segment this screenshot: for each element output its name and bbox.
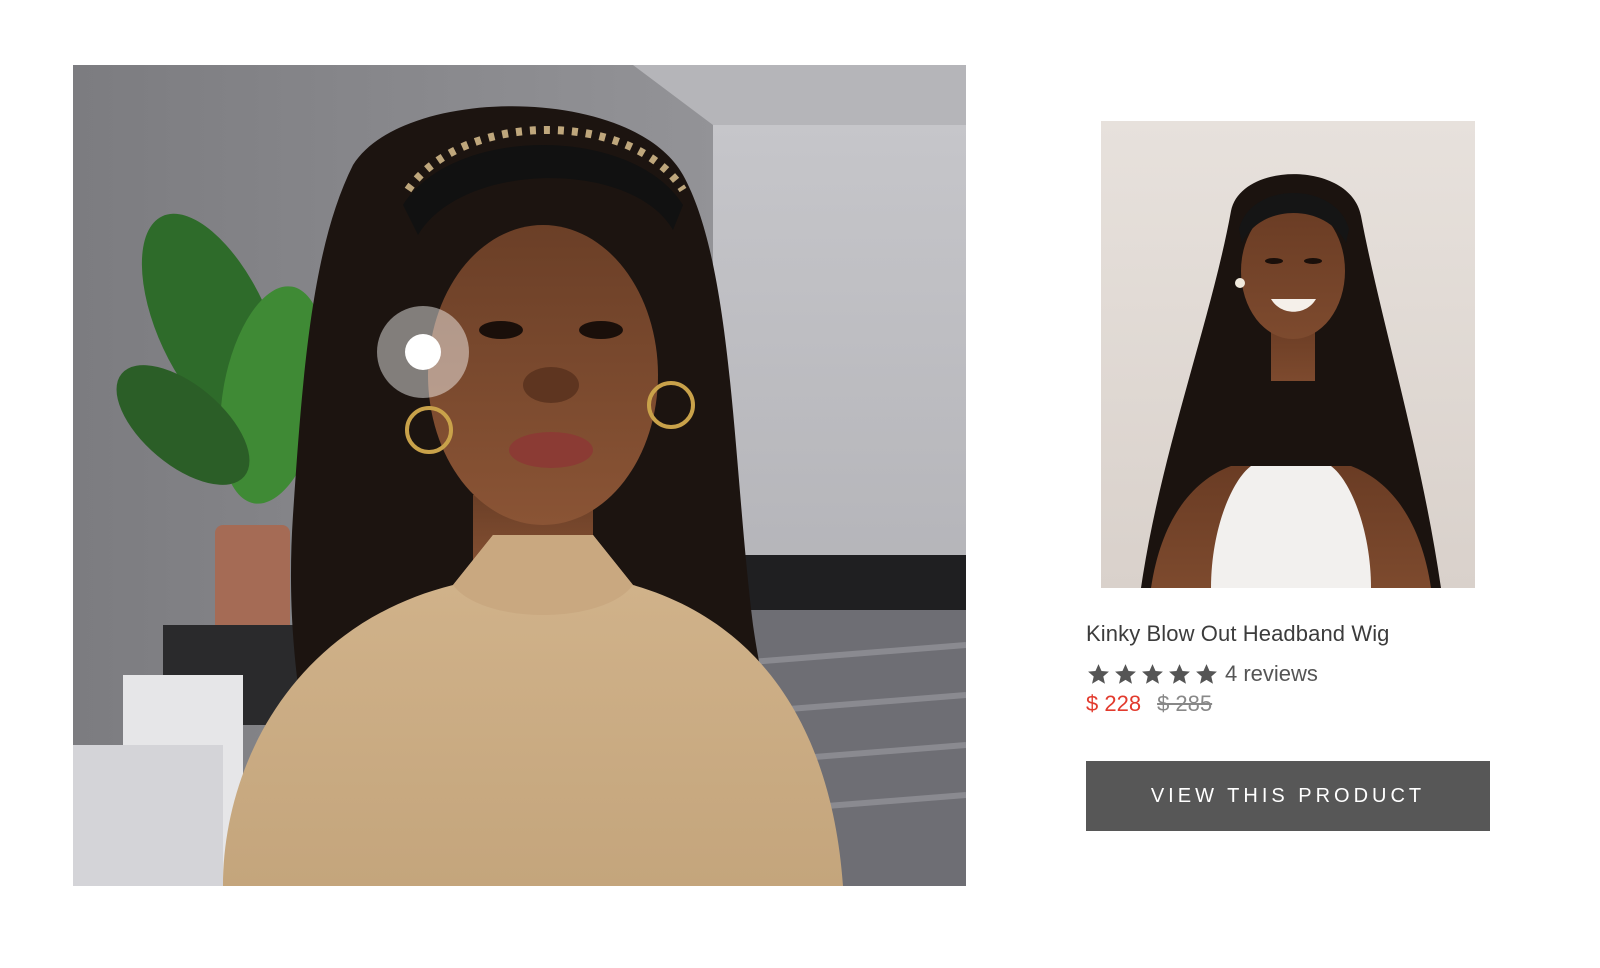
price-row: $ 228 $ 285 bbox=[1086, 691, 1212, 717]
lifestyle-photo bbox=[73, 65, 966, 886]
product-title[interactable]: Kinky Blow Out Headband Wig bbox=[1086, 621, 1490, 647]
star-icon bbox=[1086, 662, 1111, 687]
product-hotspot[interactable] bbox=[377, 306, 469, 398]
sale-price: $ 228 bbox=[1086, 691, 1142, 716]
product-image-graphic bbox=[1101, 121, 1475, 588]
star-rating bbox=[1086, 662, 1219, 687]
lifestyle-photo-graphic bbox=[73, 65, 966, 886]
rating-row: 4 reviews bbox=[1086, 659, 1318, 689]
compare-at-price: $ 285 bbox=[1157, 691, 1213, 716]
view-product-button[interactable]: VIEW THIS PRODUCT bbox=[1086, 761, 1490, 831]
product-image[interactable] bbox=[1101, 121, 1475, 588]
star-icon bbox=[1167, 662, 1192, 687]
star-icon bbox=[1140, 662, 1165, 687]
hotspot-dot-icon bbox=[405, 334, 441, 370]
star-icon bbox=[1194, 662, 1219, 687]
star-icon bbox=[1113, 662, 1138, 687]
reviews-link[interactable]: 4 reviews bbox=[1225, 661, 1318, 687]
